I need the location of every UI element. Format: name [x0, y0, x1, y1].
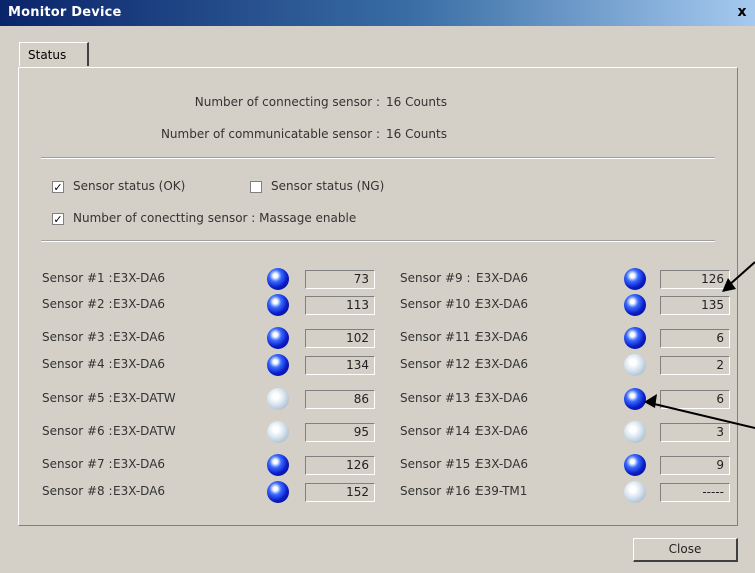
monitor-device-window: Monitor Device x Status Number of connec…	[0, 0, 755, 573]
separator	[41, 157, 715, 159]
sensor-status-ok-checkbox[interactable]: ✓	[52, 181, 64, 193]
sensor-model: E3X-DA6	[476, 391, 529, 405]
sensor-model: E3X-DA6	[113, 457, 166, 471]
sensor-value-box: 95	[305, 423, 375, 442]
sensor-status-ng-checkbox[interactable]	[250, 181, 262, 193]
sensor-led-icon	[267, 421, 289, 443]
sensor-model: E3X-DA6	[113, 297, 166, 311]
sensor-led-icon	[267, 327, 289, 349]
sensor-label: Sensor #5 :	[42, 391, 113, 405]
sensor-value-box: 135	[660, 296, 730, 315]
sensor-led-icon	[624, 354, 646, 376]
sensor-model: E3X-DA6	[113, 484, 166, 498]
communicatable-sensor-count: 16 Counts	[386, 127, 447, 141]
sensor-value-box: 134	[305, 356, 375, 375]
communicatable-sensor-label: Number of communicatable sensor :	[160, 127, 380, 141]
tab-status[interactable]: Status	[19, 42, 89, 66]
sensor-label: Sensor #10 :	[400, 297, 479, 311]
sensor-label: Sensor #4 :	[42, 357, 113, 371]
sensor-value-box: 86	[305, 390, 375, 409]
sensor-led-icon	[624, 454, 646, 476]
sensor-label: Sensor #12 :	[400, 357, 479, 371]
separator	[41, 240, 715, 242]
sensor-label: Sensor #9 :	[400, 271, 471, 285]
sensor-value-box: 9	[660, 456, 730, 475]
sensor-label: Sensor #1 :	[42, 271, 113, 285]
sensor-value-box: 3	[660, 423, 730, 442]
close-button[interactable]: Close	[633, 538, 738, 562]
sensor-label: Sensor #3 :	[42, 330, 113, 344]
sensor-value-box: 73	[305, 270, 375, 289]
sensor-value-box: 113	[305, 296, 375, 315]
connecting-sensor-label: Number of connecting sensor :	[194, 95, 380, 109]
sensor-value-box: 152	[305, 483, 375, 502]
sensor-model: E3X-DA6	[113, 357, 166, 371]
sensor-led-icon	[624, 268, 646, 290]
sensor-led-icon	[267, 268, 289, 290]
sensor-label: Sensor #15 :	[400, 457, 479, 471]
sensor-model: E3X-DA6	[476, 297, 529, 311]
close-icon[interactable]: x	[733, 3, 751, 21]
sensor-led-icon	[267, 294, 289, 316]
title-bar: Monitor Device x	[0, 0, 755, 26]
sensor-led-icon	[624, 388, 646, 410]
sensor-model: E3X-DA6	[476, 271, 529, 285]
sensor-model: E39-TM1	[476, 484, 528, 498]
sensor-model: E3X-DA6	[113, 271, 166, 285]
sensor-led-icon	[267, 354, 289, 376]
sensor-label: Sensor #2 :	[42, 297, 113, 311]
sensor-label: Sensor #11 :	[400, 330, 479, 344]
sensor-label: Sensor #14 :	[400, 424, 479, 438]
sensor-led-icon	[624, 481, 646, 503]
sensor-value-box: 2	[660, 356, 730, 375]
sensor-status-ok-label: Sensor status (OK)	[73, 179, 186, 193]
sensor-led-icon	[267, 454, 289, 476]
sensor-led-icon	[624, 421, 646, 443]
sensor-label: Sensor #16 :	[400, 484, 479, 498]
sensor-model: E3X-DA6	[476, 357, 529, 371]
sensor-value-box: 126	[660, 270, 730, 289]
sensor-label: Sensor #6 :	[42, 424, 113, 438]
sensor-value-box: 126	[305, 456, 375, 475]
sensor-led-icon	[267, 481, 289, 503]
sensor-model: E3X-DATW	[113, 391, 176, 405]
sensor-model: E3X-DA6	[476, 457, 529, 471]
sensor-status-ng-label: Sensor status (NG)	[271, 179, 385, 193]
sensor-label: Sensor #7 :	[42, 457, 113, 471]
connecting-sensor-count: 16 Counts	[386, 95, 447, 109]
sensor-value-box: 6	[660, 390, 730, 409]
sensor-led-icon	[624, 294, 646, 316]
message-enable-checkbox[interactable]: ✓	[52, 213, 64, 225]
sensor-value-box: 6	[660, 329, 730, 348]
sensor-led-icon	[624, 327, 646, 349]
sensor-value-box: 102	[305, 329, 375, 348]
message-enable-label: Number of conectting sensor : Massage en…	[73, 211, 357, 225]
sensor-model: E3X-DA6	[113, 330, 166, 344]
sensor-model: E3X-DA6	[476, 424, 529, 438]
window-title: Monitor Device	[8, 5, 122, 20]
sensor-value-box: -----	[660, 483, 730, 502]
sensor-model: E3X-DA6	[476, 330, 529, 344]
sensor-label: Sensor #13 :	[400, 391, 479, 405]
sensor-led-icon	[267, 388, 289, 410]
sensor-model: E3X-DATW	[113, 424, 176, 438]
sensor-label: Sensor #8 :	[42, 484, 113, 498]
